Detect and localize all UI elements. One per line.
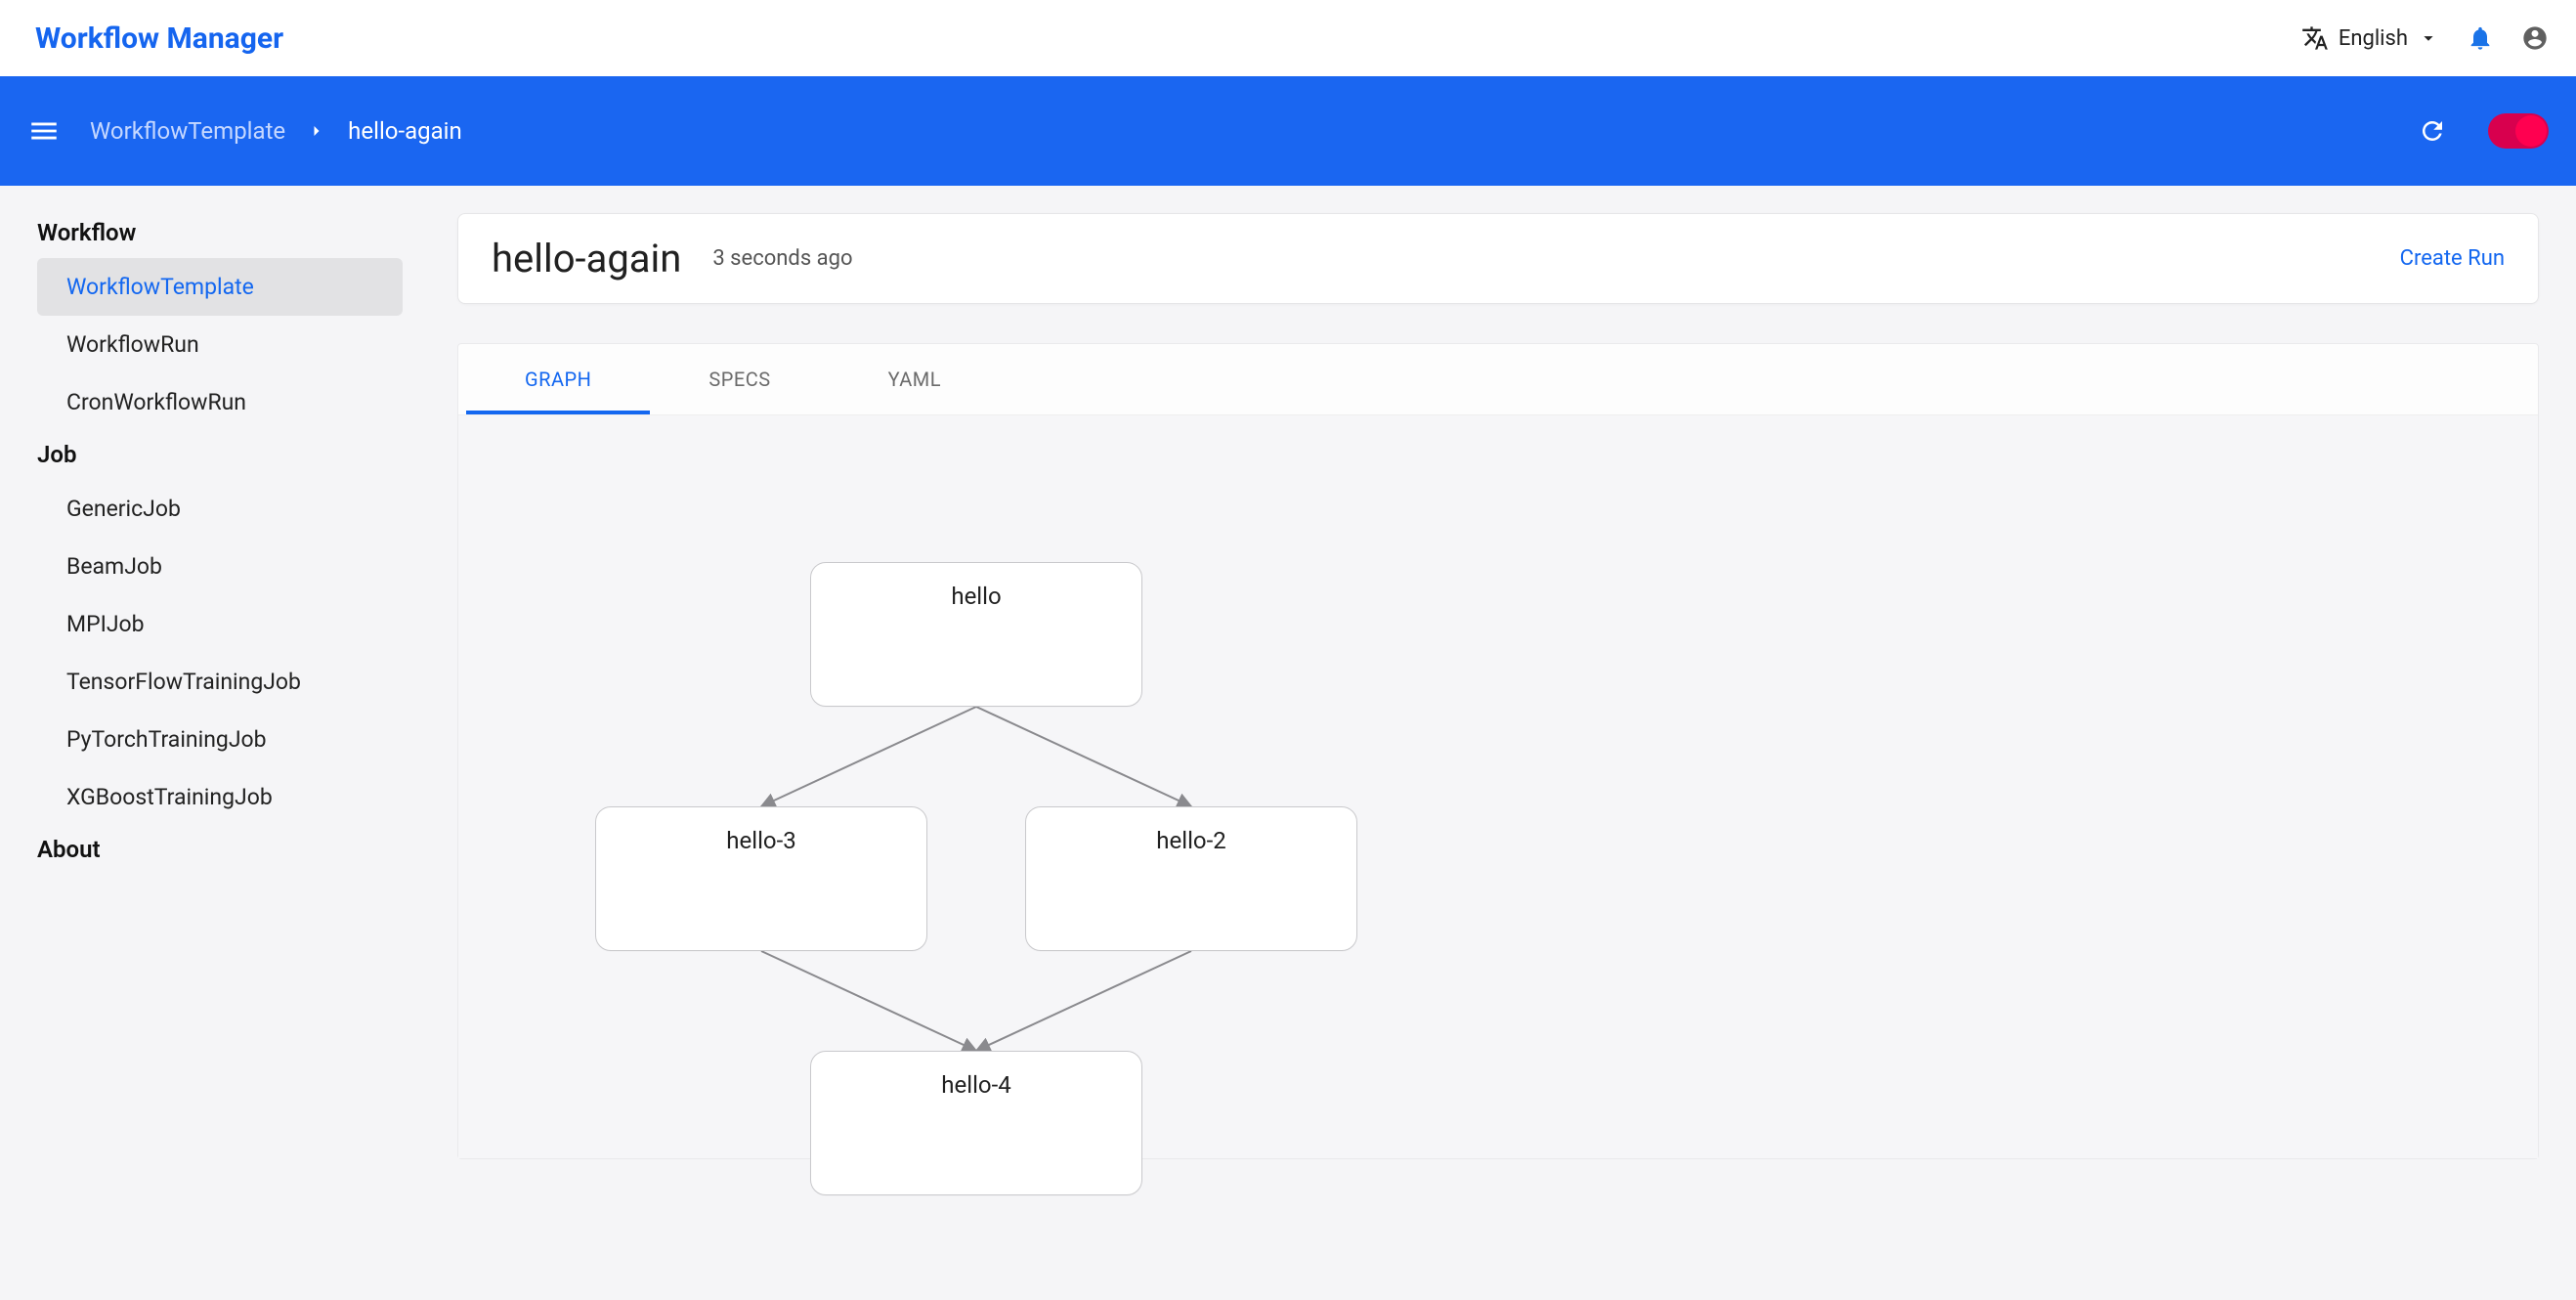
chevron-right-icon <box>307 121 326 141</box>
tab-graph[interactable]: GRAPH <box>466 344 650 414</box>
workflow-header-card: hello-again 3 seconds ago Create Run <box>457 213 2539 304</box>
sidebar-item-workflowtemplate[interactable]: WorkflowTemplate <box>37 258 403 316</box>
sidebar-item-genericjob[interactable]: GenericJob <box>37 480 403 538</box>
create-run-button[interactable]: Create Run <box>2400 246 2505 271</box>
notifications-icon[interactable] <box>2467 24 2494 52</box>
refresh-icon[interactable] <box>2418 116 2447 146</box>
tab-specs[interactable]: SPECS <box>650 344 829 414</box>
sidebar-section-title[interactable]: About <box>37 836 403 863</box>
breadcrumb-leaf: hello-again <box>348 117 462 145</box>
sidebar-section-title: Job <box>37 441 403 468</box>
tab-bar: GRAPHSPECSYAML <box>458 344 2538 415</box>
bar-actions <box>2418 113 2549 149</box>
sidebar-item-workflowrun[interactable]: WorkflowRun <box>37 316 403 373</box>
breadcrumb-root[interactable]: WorkflowTemplate <box>90 117 285 145</box>
graph-node-label: hello-3 <box>620 827 903 854</box>
workflow-title: hello-again <box>492 236 681 282</box>
sidebar-item-mpijob[interactable]: MPIJob <box>37 595 403 653</box>
live-toggle[interactable] <box>2488 113 2549 149</box>
graph-node-label: hello-2 <box>1050 827 1333 854</box>
sidebar-item-beamjob[interactable]: BeamJob <box>37 538 403 595</box>
graph-node-hello[interactable]: hello <box>810 562 1142 707</box>
graph-edge <box>976 951 1191 1051</box>
language-label: English <box>2339 26 2408 51</box>
menu-icon[interactable] <box>27 114 61 148</box>
graph-canvas[interactable]: hello hello-3 hello-2 hello-4 <box>458 415 2538 1158</box>
tab-panel: GRAPHSPECSYAML hello hello-3 hello-2 hello-… <box>457 343 2539 1159</box>
graph-node-hello-2[interactable]: hello-2 <box>1025 806 1357 951</box>
workflow-updated: 3 seconds ago <box>712 246 852 271</box>
sidebar: Workflow WorkflowTemplateWorkflowRunCronW… <box>0 186 420 1300</box>
header-actions: English <box>2301 24 2549 52</box>
graph-edge <box>761 951 976 1051</box>
chevron-down-icon <box>2418 27 2439 49</box>
account-icon[interactable] <box>2521 24 2549 52</box>
graph-node-hello-3[interactable]: hello-3 <box>595 806 927 951</box>
language-selector[interactable]: English <box>2301 24 2439 52</box>
breadcrumb-bar: WorkflowTemplate hello-again <box>0 76 2576 186</box>
graph-edge <box>976 707 1191 806</box>
sidebar-section-title: Workflow <box>37 219 403 246</box>
graph-edge <box>761 707 976 806</box>
translate-icon <box>2301 24 2329 52</box>
app-header: Workflow Manager English <box>0 0 2576 76</box>
body: Workflow WorkflowTemplateWorkflowRunCronW… <box>0 186 2576 1300</box>
graph-node-hello-4[interactable]: hello-4 <box>810 1051 1142 1195</box>
toggle-knob <box>2515 115 2547 147</box>
brand-title[interactable]: Workflow Manager <box>35 22 283 56</box>
tab-yaml[interactable]: YAML <box>830 344 1000 414</box>
sidebar-item-tensorflowtrainingjob[interactable]: TensorFlowTrainingJob <box>37 653 403 711</box>
sidebar-item-pytorchtrainingjob[interactable]: PyTorchTrainingJob <box>37 711 403 768</box>
main-content: hello-again 3 seconds ago Create Run GRA… <box>420 186 2576 1300</box>
graph-node-label: hello <box>835 583 1118 610</box>
sidebar-item-xgboosttrainingjob[interactable]: XGBoostTrainingJob <box>37 768 403 826</box>
sidebar-item-cronworkflowrun[interactable]: CronWorkflowRun <box>37 373 403 431</box>
graph-edges <box>458 415 2538 1158</box>
graph-node-label: hello-4 <box>835 1071 1118 1099</box>
